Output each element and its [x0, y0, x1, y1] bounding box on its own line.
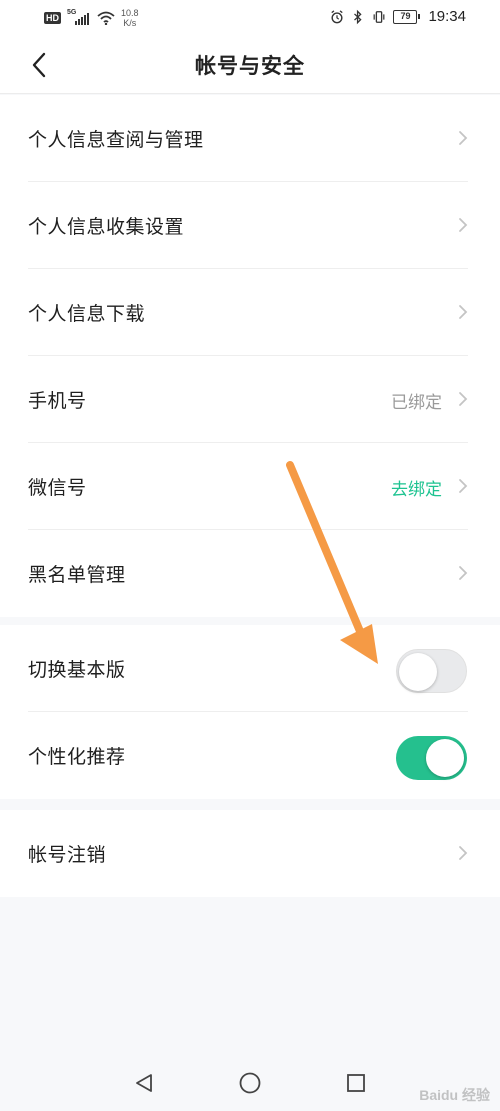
chevron-right-icon — [459, 305, 468, 319]
triangle-back-icon — [136, 1074, 152, 1092]
row-label: 个人信息收集设置 — [28, 216, 185, 238]
row-phone[interactable]: 手机号 已绑定 — [0, 356, 500, 443]
row-personal-info-view[interactable]: 个人信息查阅与管理 — [0, 95, 500, 182]
deregister-section: 帐号注销 — [0, 810, 500, 897]
row-label: 个人信息下载 — [28, 303, 146, 325]
nav-back-button[interactable] — [130, 1069, 158, 1097]
personalized-recommend-toggle[interactable] — [396, 736, 467, 780]
chevron-right-icon — [459, 566, 468, 580]
row-personalized-recommend: 个性化推荐 — [0, 712, 500, 799]
status-right: 79 19:34 — [330, 8, 466, 25]
row-wechat[interactable]: 微信号 去绑定 — [0, 443, 500, 530]
toggle-knob — [399, 653, 437, 691]
preferences-section: 切换基本版 个性化推荐 — [0, 625, 500, 799]
wifi-icon — [97, 11, 115, 25]
toggle-knob — [426, 739, 464, 777]
row-label: 手机号 — [28, 390, 87, 412]
chevron-right-icon — [459, 218, 468, 232]
status-bar: HD 5G 10.8 K/s 79 19:34 — [0, 0, 500, 36]
page-title: 帐号与安全 — [195, 54, 305, 78]
row-label: 帐号注销 — [28, 844, 107, 866]
status-left: HD 5G 10.8 K/s — [44, 8, 139, 28]
row-basic-mode: 切换基本版 — [0, 625, 500, 712]
row-personal-info-collect[interactable]: 个人信息收集设置 — [0, 182, 500, 269]
clock: 19:34 — [428, 8, 466, 25]
row-account-deregister[interactable]: 帐号注销 — [0, 810, 500, 897]
watermark: Baidu 经验 — [419, 1087, 490, 1103]
system-nav-bar: Baidu 经验 — [0, 1055, 500, 1111]
row-blacklist[interactable]: 黑名单管理 — [0, 530, 500, 617]
circle-home-icon — [239, 1072, 261, 1094]
bluetooth-icon — [354, 9, 363, 24]
chevron-right-icon — [459, 846, 468, 860]
nav-home-button[interactable] — [236, 1069, 264, 1097]
basic-mode-toggle[interactable] — [396, 649, 467, 693]
row-label: 个性化推荐 — [28, 746, 126, 768]
row-label: 切换基本版 — [28, 659, 126, 681]
nav-recents-button[interactable] — [342, 1069, 370, 1097]
alarm-icon — [331, 9, 344, 23]
phone-status: 已绑定 — [391, 393, 442, 413]
battery-icon: 79 — [393, 9, 421, 24]
chevron-right-icon — [459, 131, 468, 145]
cell-signal-icon: 5G — [67, 9, 91, 25]
speed-value: 10.8 — [121, 8, 139, 18]
row-label: 黑名单管理 — [28, 564, 126, 586]
speed-unit: K/s — [123, 18, 137, 28]
chevron-right-icon — [459, 392, 468, 406]
chevron-right-icon — [459, 479, 468, 493]
vibrate-icon — [374, 10, 385, 23]
hd-icon: HD — [44, 12, 61, 24]
account-info-section: 个人信息查阅与管理 个人信息收集设置 个人信息下载 手机号 已绑定 微信号 去绑… — [0, 95, 500, 617]
row-label: 微信号 — [28, 477, 87, 499]
square-recents-icon — [347, 1074, 365, 1092]
network-speed: 10.8 K/s — [121, 8, 139, 28]
row-label: 个人信息查阅与管理 — [28, 129, 204, 151]
app-header: 帐号与安全 — [0, 36, 500, 94]
row-personal-info-download[interactable]: 个人信息下载 — [0, 269, 500, 356]
wechat-bind-link[interactable]: 去绑定 — [391, 475, 442, 500]
